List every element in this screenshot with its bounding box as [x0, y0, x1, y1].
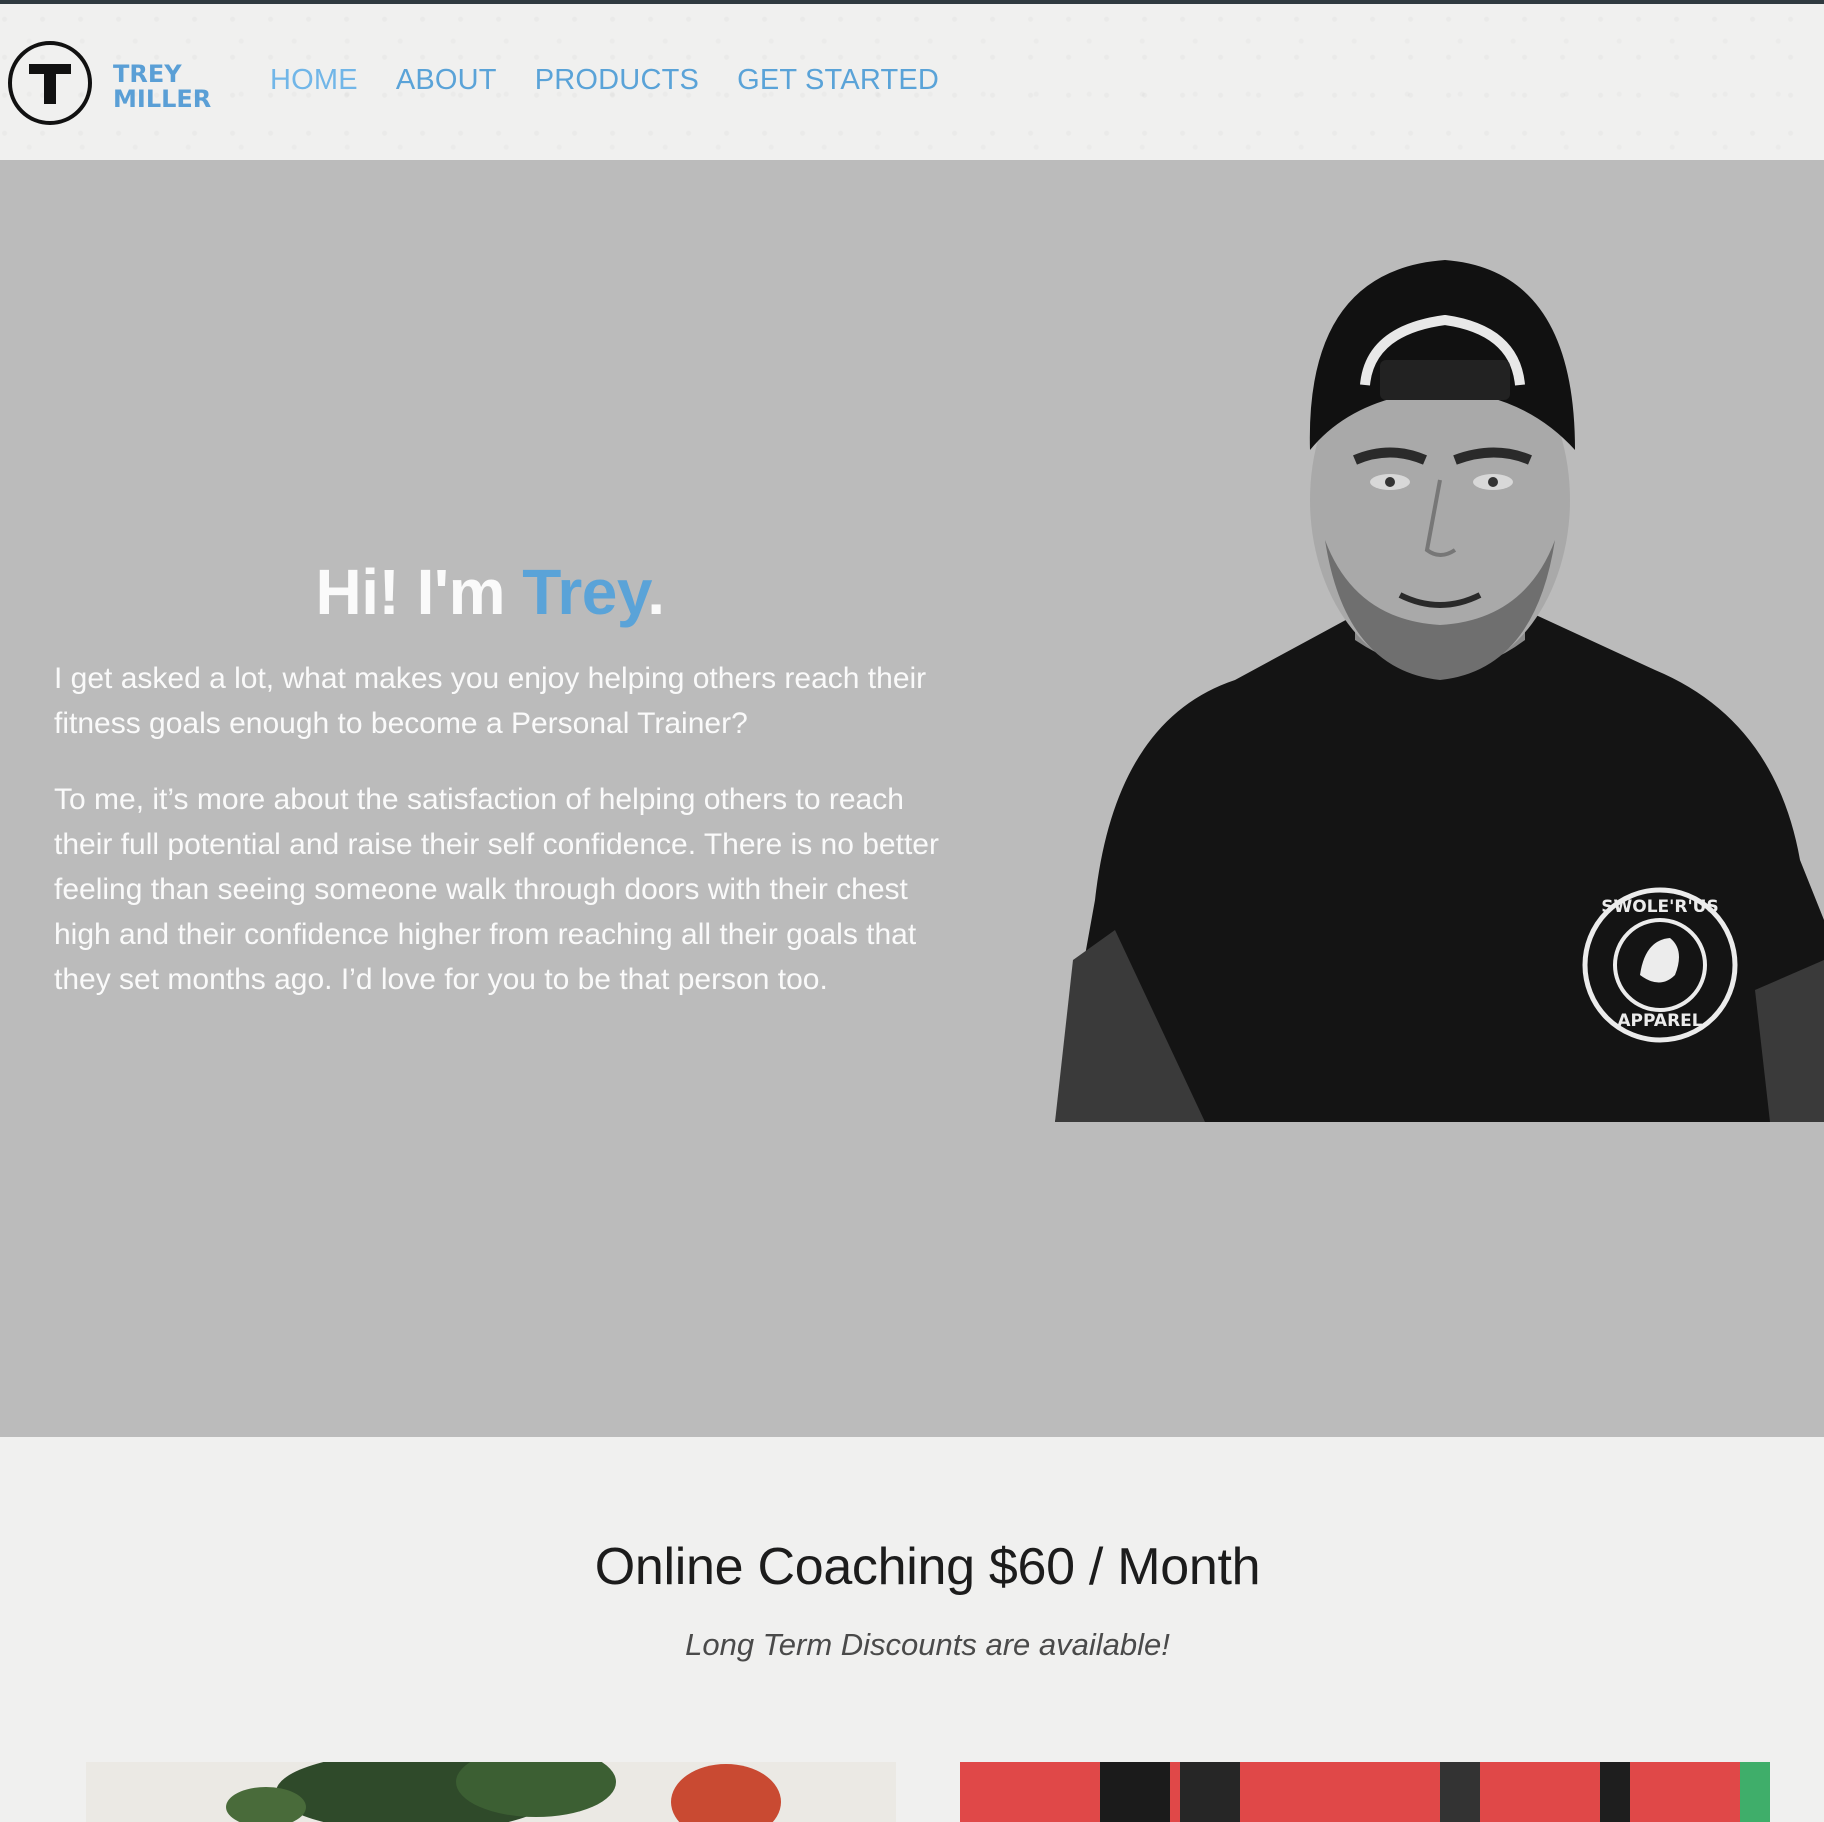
main-nav: HOME ABOUT PRODUCTS GET STARTED: [270, 64, 939, 97]
hero-title: Hi! I'm Trey.: [0, 555, 980, 629]
site-header: TREY MILLER HOME ABOUT PRODUCTS GET STAR…: [0, 4, 1824, 160]
hero-paragraph-2: To me, it’s more about the satisfaction …: [54, 783, 939, 996]
brand-name-line1: TREY: [113, 60, 182, 88]
logo-mark[interactable]: [8, 41, 92, 125]
training-card-image[interactable]: [960, 1762, 1770, 1822]
pricing-subtitle: Long Term Discounts are available!: [685, 1627, 1170, 1662]
shirt-logo-top-text: SWOLE'R'US: [1601, 897, 1718, 917]
hero-title-suffix: .: [647, 556, 665, 628]
hero-paragraph-1: I get asked a lot, what makes you enjoy …: [54, 662, 927, 740]
trainer-portrait: SWOLE'R'US APPAREL: [1055, 260, 1824, 1122]
nav-about[interactable]: ABOUT: [396, 64, 497, 97]
gym-weights-image: [960, 1762, 1770, 1822]
nutrition-card-image[interactable]: [86, 1762, 896, 1822]
shirt-logo-bottom-text: APPAREL: [1617, 1011, 1702, 1031]
brand-name[interactable]: TREY MILLER: [113, 62, 211, 112]
nav-home[interactable]: HOME: [270, 64, 358, 97]
hero-title-name: Trey: [522, 556, 648, 628]
brand-name-line2: MILLER: [113, 85, 212, 113]
nav-get-started[interactable]: GET STARTED: [737, 64, 939, 97]
pricing-title: Online Coaching $60 / Month: [594, 1538, 1261, 1596]
vegetables-image: [86, 1762, 896, 1822]
hero-section: Hi! I'm Trey. I get asked a lot, what ma…: [0, 160, 1824, 1437]
nav-products[interactable]: PRODUCTS: [535, 64, 699, 97]
hero-title-prefix: Hi! I'm: [315, 556, 523, 628]
logo-t-icon: [29, 64, 71, 104]
